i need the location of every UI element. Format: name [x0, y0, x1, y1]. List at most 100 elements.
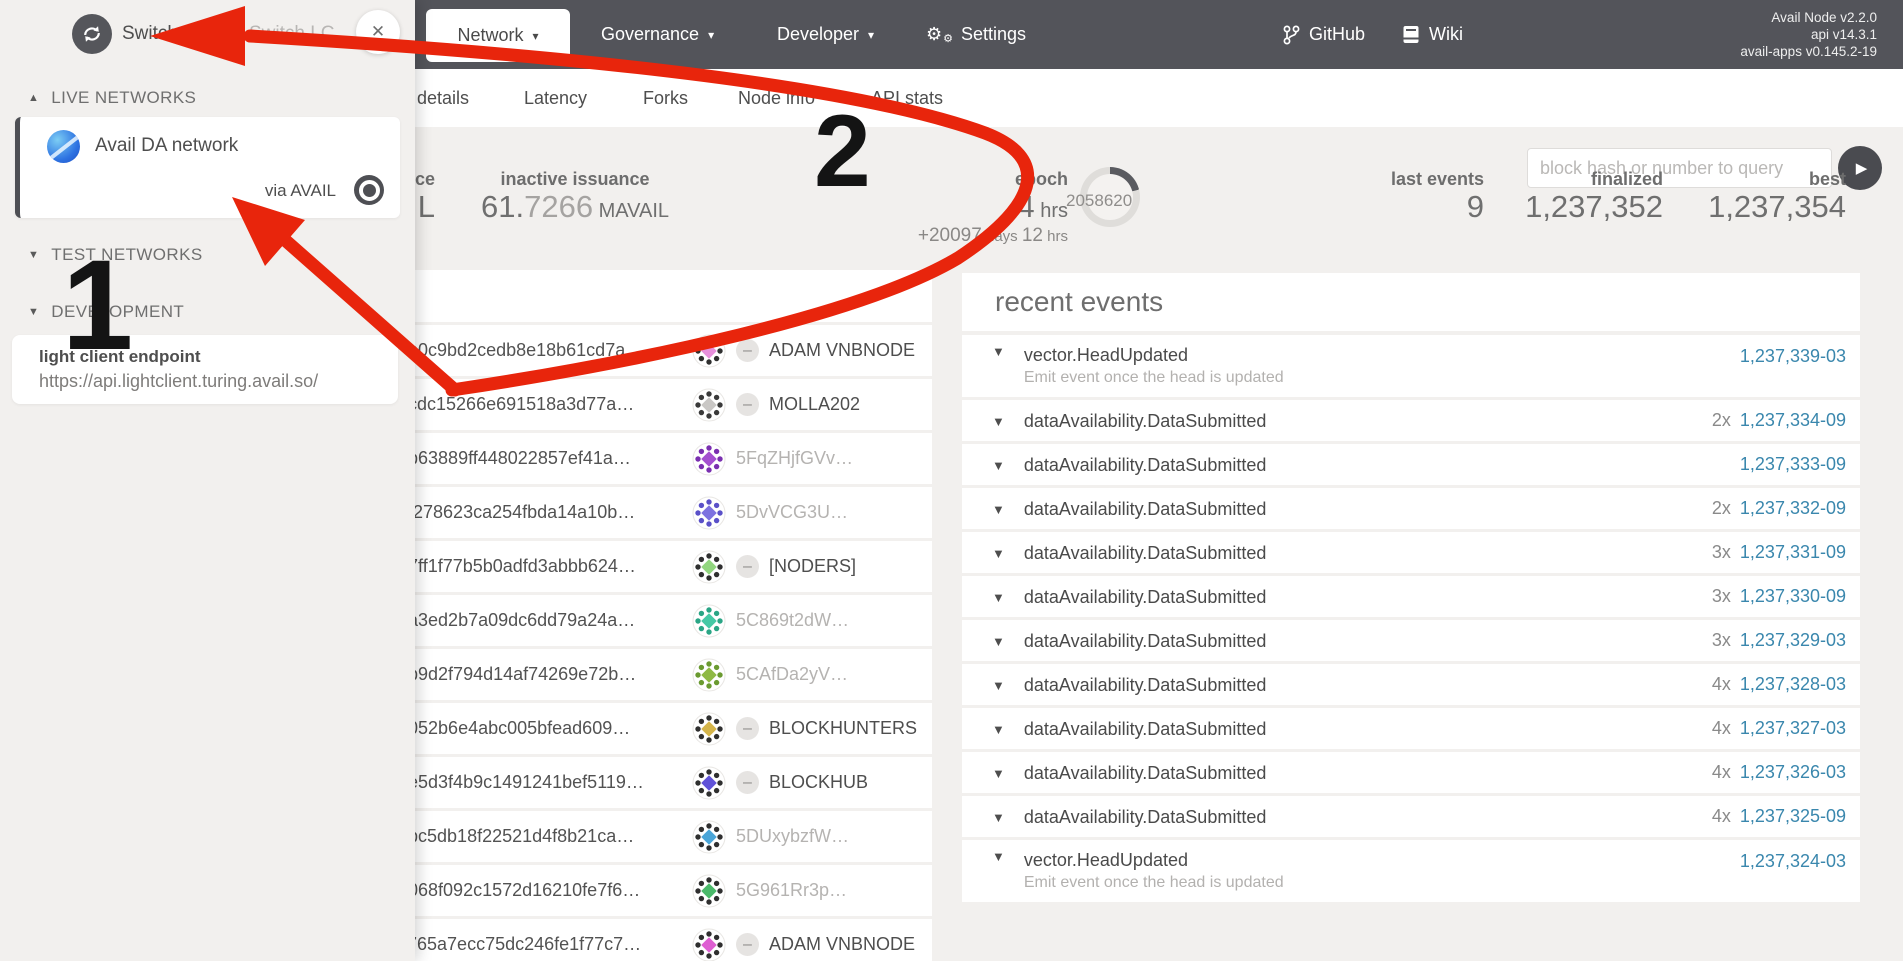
identicon-icon[interactable] — [692, 550, 726, 584]
table-row: db63889ff448022857ef41a… 5FqZHjfGVv… — [350, 433, 932, 484]
identicon-icon[interactable] — [692, 928, 726, 961]
minus-badge-icon: – — [736, 771, 759, 794]
switch-label[interactable]: Switch — [122, 23, 178, 45]
validator-name: 5CAfDa2yV… — [736, 664, 848, 685]
event-count: 2x — [1712, 498, 1731, 519]
block-link[interactable]: 1,237,329-03 — [1740, 630, 1846, 651]
identicon-icon[interactable] — [692, 766, 726, 800]
block-link[interactable]: 1,237,326-03 — [1740, 762, 1846, 783]
chevron-down-icon[interactable]: ▼ — [992, 810, 1005, 825]
section-test-networks[interactable]: ▼ TEST NETWORKS — [28, 245, 203, 265]
chevron-down-icon[interactable]: ▼ — [992, 344, 1005, 359]
block-author-hash[interactable]: abc5db18f22521d4f8b21ca… — [398, 826, 692, 847]
chevron-down-icon[interactable]: ▼ — [992, 458, 1005, 473]
block-author-hash[interactable]: db63889ff448022857ef41a… — [398, 448, 692, 469]
refresh-icon — [81, 23, 103, 45]
app-root: Network ▾ Governance ▾ Developer ▾ ⚙⚙ Se… — [0, 0, 1903, 961]
block-author-hash[interactable]: c765a7ecc75dc246fe1f77c7… — [398, 934, 692, 955]
nav-settings[interactable]: ⚙⚙ Settings — [928, 0, 1026, 69]
event-row: ▼dataAvailability.DataSubmitted1,237,333… — [962, 444, 1860, 485]
block-link[interactable]: 1,237,334-09 — [1740, 410, 1846, 431]
block-link[interactable]: 1,237,333-09 — [1740, 454, 1846, 475]
chevron-down-icon[interactable]: ▼ — [992, 722, 1005, 737]
chevron-down-icon[interactable]: ▼ — [992, 414, 1005, 429]
block-link[interactable]: 1,237,327-03 — [1740, 718, 1846, 739]
minus-badge-icon: – — [736, 717, 759, 740]
triangle-down-icon: ▼ — [28, 249, 39, 261]
block-link[interactable]: 1,237,339-03 — [1740, 346, 1846, 367]
block-author-hash[interactable]: 7b0c9bd2cedb8e18b61cd7a… — [398, 340, 692, 361]
chevron-down-icon[interactable]: ▼ — [992, 849, 1005, 864]
chevron-down-icon[interactable]: ▼ — [992, 766, 1005, 781]
play-icon: ▶ — [1856, 159, 1868, 177]
identicon-icon[interactable] — [692, 388, 726, 422]
identicon-icon[interactable] — [692, 442, 726, 476]
identicon-icon[interactable] — [692, 604, 726, 638]
tab-details[interactable]: details — [417, 69, 469, 127]
event-name: vector.HeadUpdated — [1024, 849, 1740, 871]
chevron-down-icon[interactable]: ▼ — [992, 678, 1005, 693]
chevron-down-icon[interactable]: ▼ — [992, 634, 1005, 649]
avail-logo — [47, 130, 80, 163]
identicon-icon[interactable] — [692, 496, 726, 530]
nav-wiki-label: Wiki — [1429, 24, 1463, 45]
identicon-icon[interactable] — [692, 874, 726, 908]
event-name: dataAvailability.DataSubmitted — [1024, 762, 1712, 784]
minus-badge-icon: – — [736, 339, 759, 362]
block-author-hash[interactable]: 9f278623ca254fbda14a10b… — [398, 502, 692, 523]
event-name: dataAvailability.DataSubmitted — [1024, 498, 1712, 520]
chevron-down-icon: ▾ — [532, 29, 538, 43]
block-author-hash[interactable]: d068f092c1572d16210fe7f6… — [398, 880, 692, 901]
stat-value: 1,237,352 — [1513, 190, 1663, 224]
validator-name: MOLLA202 — [769, 394, 860, 415]
chevron-down-icon: ▾ — [868, 28, 874, 42]
identicon-icon[interactable] — [692, 820, 726, 854]
block-author-hash[interactable]: 97ff1f77b5b0adfd3abbb624… — [398, 556, 692, 577]
light-client-endpoint-item[interactable]: light client endpoint https://api.lightc… — [12, 335, 398, 404]
identicon-icon[interactable] — [692, 658, 726, 692]
network-item-avail-da[interactable]: Avail DA network via AVAIL — [15, 117, 400, 218]
selected-provider-radio[interactable] — [354, 175, 384, 205]
chevron-down-icon[interactable]: ▼ — [992, 546, 1005, 561]
tab-latency[interactable]: Latency — [524, 69, 587, 127]
nav-wiki-link[interactable]: Wiki — [1402, 0, 1463, 69]
identicon-icon[interactable] — [692, 334, 726, 368]
stat-value: 1,237,354 — [1696, 190, 1846, 224]
nav-github-link[interactable]: GitHub — [1283, 0, 1365, 69]
chevron-down-icon[interactable]: ▼ — [992, 502, 1005, 517]
section-live-networks[interactable]: ▲ LIVE NETWORKS — [28, 88, 196, 108]
tab-forks[interactable]: Forks — [643, 69, 688, 127]
nav-governance-menu[interactable]: Governance ▾ — [601, 0, 714, 69]
stat-last-events: last events 9 — [1334, 168, 1484, 224]
block-author-hash[interactable]: 2e5d3f4b9c1491241bef5119… — [398, 772, 692, 793]
switch-button[interactable] — [72, 14, 112, 54]
chevron-down-icon[interactable]: ▼ — [992, 590, 1005, 605]
endpoint-title: light client endpoint — [39, 346, 398, 368]
tab-node-info[interactable]: Node info — [738, 69, 815, 127]
via-avail-label: via AVAIL — [265, 181, 336, 201]
event-count: 3x — [1712, 586, 1731, 607]
block-link[interactable]: 1,237,332-09 — [1740, 498, 1846, 519]
nav-network-menu[interactable]: Network ▾ — [426, 9, 570, 62]
block-link[interactable]: 1,237,328-03 — [1740, 674, 1846, 695]
block-author-hash[interactable]: 4052b6e4abc005bfead609… — [398, 718, 692, 739]
block-link[interactable]: 1,237,331-09 — [1740, 542, 1846, 563]
recent-events-header: recent events — [962, 273, 1860, 331]
nav-developer-menu[interactable]: Developer ▾ — [777, 0, 874, 69]
block-author-hash[interactable]: eb9d2f794d14af74269e72b… — [398, 664, 692, 685]
event-name: dataAvailability.DataSubmitted — [1024, 806, 1712, 828]
book-icon — [1402, 25, 1420, 44]
stat-best: best 1,237,354 — [1696, 168, 1846, 224]
event-count: 2x — [1712, 410, 1731, 431]
block-author-hash[interactable]: 0cdc15266e691518a3d77a… — [398, 394, 692, 415]
block-link[interactable]: 1,237,325-09 — [1740, 806, 1846, 827]
block-author-hash[interactable]: 8a3ed2b7a09dc6dd79a24a… — [398, 610, 692, 631]
identicon-icon[interactable] — [692, 712, 726, 746]
block-link[interactable]: 1,237,324-03 — [1740, 851, 1846, 872]
close-panel-button[interactable]: ✕ — [356, 10, 400, 54]
switch-lc-button[interactable]: Switch LC — [249, 23, 335, 45]
tab-api-stats[interactable]: API stats — [871, 69, 943, 127]
block-link[interactable]: 1,237,330-09 — [1740, 586, 1846, 607]
stat-finalized: finalized 1,237,352 — [1513, 168, 1663, 224]
section-development[interactable]: ▼ DEVELOPMENT — [28, 302, 184, 322]
